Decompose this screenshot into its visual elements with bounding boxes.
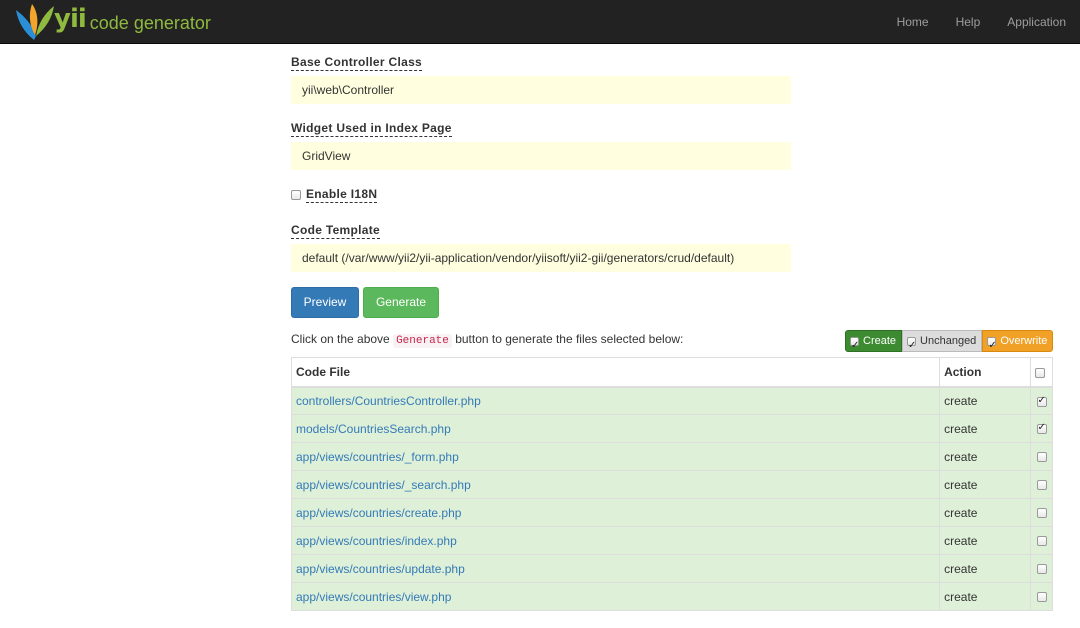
row-checkbox[interactable] (1036, 536, 1047, 547)
file-cell: controllers/CountriesController.php (290, 386, 941, 415)
file-link[interactable]: app/views/countries/update.php (296, 562, 465, 576)
base-controller-label: Base Controller Class (291, 55, 423, 71)
file-cell: app/views/countries/index.php (290, 526, 941, 555)
generate-button[interactable]: Generate (363, 287, 439, 318)
file-cell: models/CountriesSearch.php (290, 414, 941, 443)
row-checkbox[interactable] (1036, 395, 1047, 407)
file-link[interactable]: app/views/countries/create.php (296, 506, 461, 520)
i18n-label[interactable]: Enable I18N (306, 186, 378, 203)
check-all-checkbox[interactable] (1035, 367, 1045, 378)
row-check-cell (1030, 386, 1053, 415)
table-row: app/views/countries/_form.php create (290, 442, 1053, 471)
files-table: Code File Action controllers/CountriesCo… (290, 357, 1053, 611)
brand-text: code generator (89, 12, 211, 33)
table-row: app/views/countries/create.php create (290, 498, 1053, 527)
table-row: app/views/countries/view.php create (290, 582, 1053, 611)
action-cell: create (939, 526, 1031, 555)
template-select[interactable]: default (/var/www/yii2/yii-application/v… (291, 244, 791, 272)
file-cell: app/views/countries/view.php (290, 582, 941, 611)
file-cell: app/views/countries/_search.php (290, 470, 941, 499)
row-checkbox[interactable] (1036, 508, 1047, 519)
legend-unchanged-checkbox[interactable] (907, 335, 916, 357)
nav-links: Home Help Application (870, 0, 1066, 44)
row-checkbox[interactable] (1036, 592, 1047, 603)
action-cell: create (939, 554, 1031, 583)
row-check-cell (1030, 554, 1053, 583)
action-cell: create (939, 582, 1031, 611)
preview-button[interactable]: Preview (291, 287, 359, 318)
row-checkbox[interactable] (1036, 480, 1047, 491)
i18n-row: Enable I18N (291, 186, 378, 203)
info-text: Click on the above Generate button to ge… (291, 332, 684, 348)
legend-overwrite[interactable]: Overwrite (982, 330, 1054, 357)
row-check-cell (1030, 582, 1053, 611)
file-legend: Create Unchanged Overwrite (845, 330, 1054, 357)
table-row: controllers/CountriesController.php creat… (290, 386, 1053, 415)
table-row: app/views/countries/index.php create (290, 526, 1053, 555)
file-cell: app/views/countries/update.php (290, 554, 941, 583)
legend-create[interactable]: Create (845, 330, 903, 357)
widget-label: Widget Used in Index Page (291, 121, 452, 137)
action-cell: create (939, 498, 1031, 527)
table-row: models/CountriesSearch.php create (290, 414, 1053, 443)
file-link[interactable]: app/views/countries/_search.php (296, 478, 471, 492)
header-action: Action (939, 357, 1031, 388)
base-controller-input[interactable]: yii\web\Controller (291, 76, 791, 104)
table-row: app/views/countries/update.php create (290, 554, 1053, 583)
nav-help[interactable]: Help (956, 15, 981, 29)
navbar: yii code generator Home Help Application (0, 0, 1080, 44)
header-code-file: Code File (290, 357, 941, 388)
file-link[interactable]: app/views/countries/_form.php (296, 450, 459, 464)
yii-logo-icon (16, 4, 54, 40)
widget-input[interactable]: GridView (291, 142, 791, 170)
brand[interactable]: yii code generator (14, 2, 211, 42)
file-cell: app/views/countries/_form.php (290, 442, 941, 471)
row-check-cell (1030, 526, 1053, 555)
file-link[interactable]: models/CountriesSearch.php (296, 422, 451, 436)
legend-unchanged[interactable]: Unchanged (902, 330, 983, 357)
file-cell: app/views/countries/create.php (290, 498, 941, 527)
template-label: Code Template (291, 223, 381, 239)
row-checkbox[interactable] (1036, 422, 1047, 435)
file-link[interactable]: controllers/CountriesController.php (296, 394, 481, 408)
action-cell: create (939, 414, 1031, 443)
legend-overwrite-checkbox[interactable] (987, 335, 997, 357)
action-cell: create (939, 470, 1031, 499)
action-cell: create (939, 386, 1031, 415)
row-checkbox[interactable] (1036, 452, 1047, 463)
i18n-checkbox[interactable] (291, 189, 301, 200)
file-link[interactable]: app/views/countries/view.php (296, 590, 451, 604)
row-check-cell (1030, 498, 1053, 527)
row-check-cell (1030, 414, 1053, 443)
action-cell: create (939, 442, 1031, 471)
table-header: Code File Action (290, 357, 1053, 388)
row-check-cell (1030, 442, 1053, 471)
nav-application[interactable]: Application (1007, 15, 1066, 29)
table-row: app/views/countries/_search.php create (290, 470, 1053, 499)
header-check-all (1030, 357, 1053, 388)
row-check-cell (1030, 470, 1053, 499)
file-link[interactable]: app/views/countries/index.php (296, 534, 457, 548)
row-checkbox[interactable] (1036, 564, 1047, 575)
legend-create-checkbox[interactable] (850, 335, 859, 357)
brand-yii: yii (54, 4, 87, 34)
generate-code: Generate (393, 334, 452, 348)
nav-home[interactable]: Home (897, 15, 929, 29)
